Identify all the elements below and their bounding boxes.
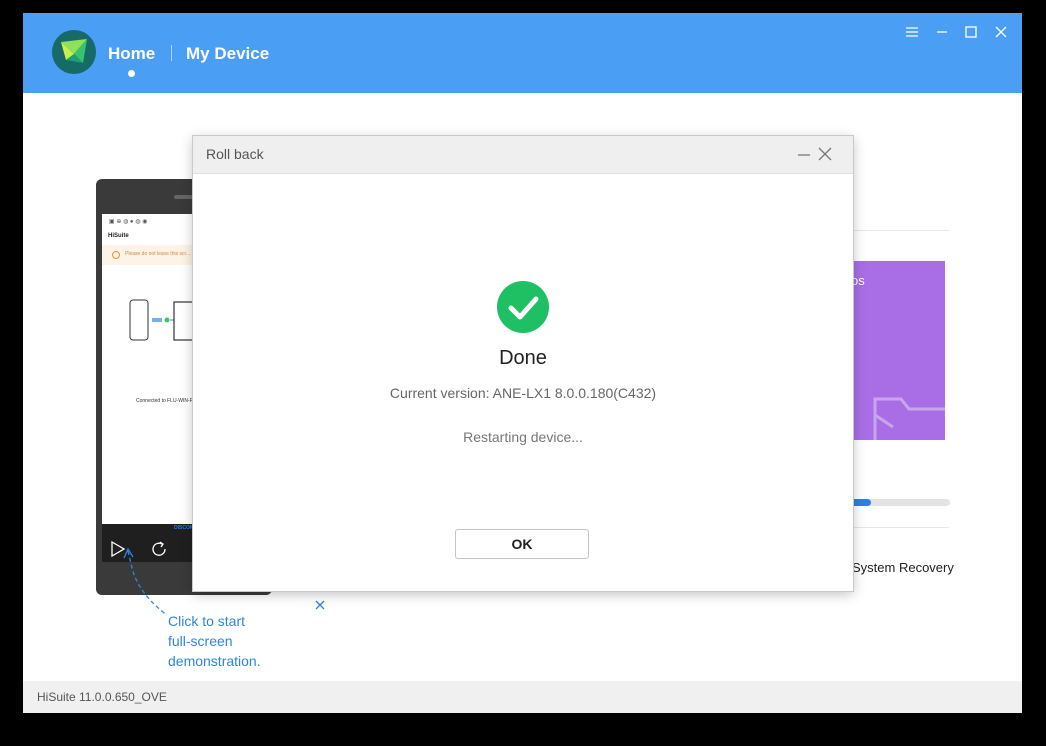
active-tab-indicator xyxy=(128,70,135,77)
phone-speaker xyxy=(174,195,194,199)
dialog-title: Roll back xyxy=(206,146,264,162)
folder-illustration-icon xyxy=(873,397,945,440)
app-header: Home My Device xyxy=(23,13,1022,93)
dialog-minimize-icon[interactable] xyxy=(797,147,811,161)
feature-card[interactable]: os xyxy=(851,261,945,440)
hint-line: Click to start xyxy=(168,613,246,629)
progress-fill xyxy=(851,499,871,506)
ok-button[interactable]: OK xyxy=(455,529,589,559)
rollback-dialog: Roll back Done Current version: ANE-LX1 … xyxy=(193,136,853,591)
minimize-icon[interactable] xyxy=(933,23,951,41)
hisuite-logo xyxy=(52,30,96,74)
hint-line: demonstration. xyxy=(168,653,261,669)
dialog-titlebar: Roll back xyxy=(193,136,853,174)
hint-close-icon[interactable] xyxy=(313,598,327,612)
restarting-text: Restarting device... xyxy=(463,429,583,445)
status-footer: HiSuite 11.0.0.650_OVE xyxy=(23,681,1022,713)
system-recovery-link[interactable]: System Recovery xyxy=(852,560,954,575)
done-status: Done xyxy=(499,347,547,369)
warning-icon xyxy=(112,251,120,259)
phone-connected-text: Connected to FLU-WIN-P... xyxy=(136,398,197,404)
nav-my-device-tab[interactable]: My Device xyxy=(186,44,269,64)
progress-bar xyxy=(851,499,950,506)
phone-status-bar: ▣ ⊕ ◍ ● ◍ ◉ xyxy=(109,219,148,225)
maximize-icon[interactable] xyxy=(962,23,980,41)
close-icon[interactable] xyxy=(992,23,1010,41)
current-version-text: Current version: ANE-LX1 8.0.0.180(C432) xyxy=(389,385,657,401)
divider-line xyxy=(851,527,949,528)
dialog-close-icon[interactable] xyxy=(817,146,833,162)
feature-card-text: os xyxy=(851,273,865,288)
phone-warning-text: Please do not leave this scr... xyxy=(125,251,191,257)
phone-app-title: HiSuite xyxy=(108,233,129,239)
nav-home-tab[interactable]: Home xyxy=(108,44,155,64)
divider-line xyxy=(851,230,949,231)
success-check-icon xyxy=(497,281,549,333)
nav-divider xyxy=(171,45,172,61)
hint-line: full-screen xyxy=(168,633,233,649)
app-version: HiSuite 11.0.0.650_OVE xyxy=(37,690,167,704)
menu-icon[interactable] xyxy=(903,23,921,41)
hint-arrow-icon xyxy=(123,547,168,616)
demo-hint: Click to start full-screen demonstration… xyxy=(168,611,298,671)
